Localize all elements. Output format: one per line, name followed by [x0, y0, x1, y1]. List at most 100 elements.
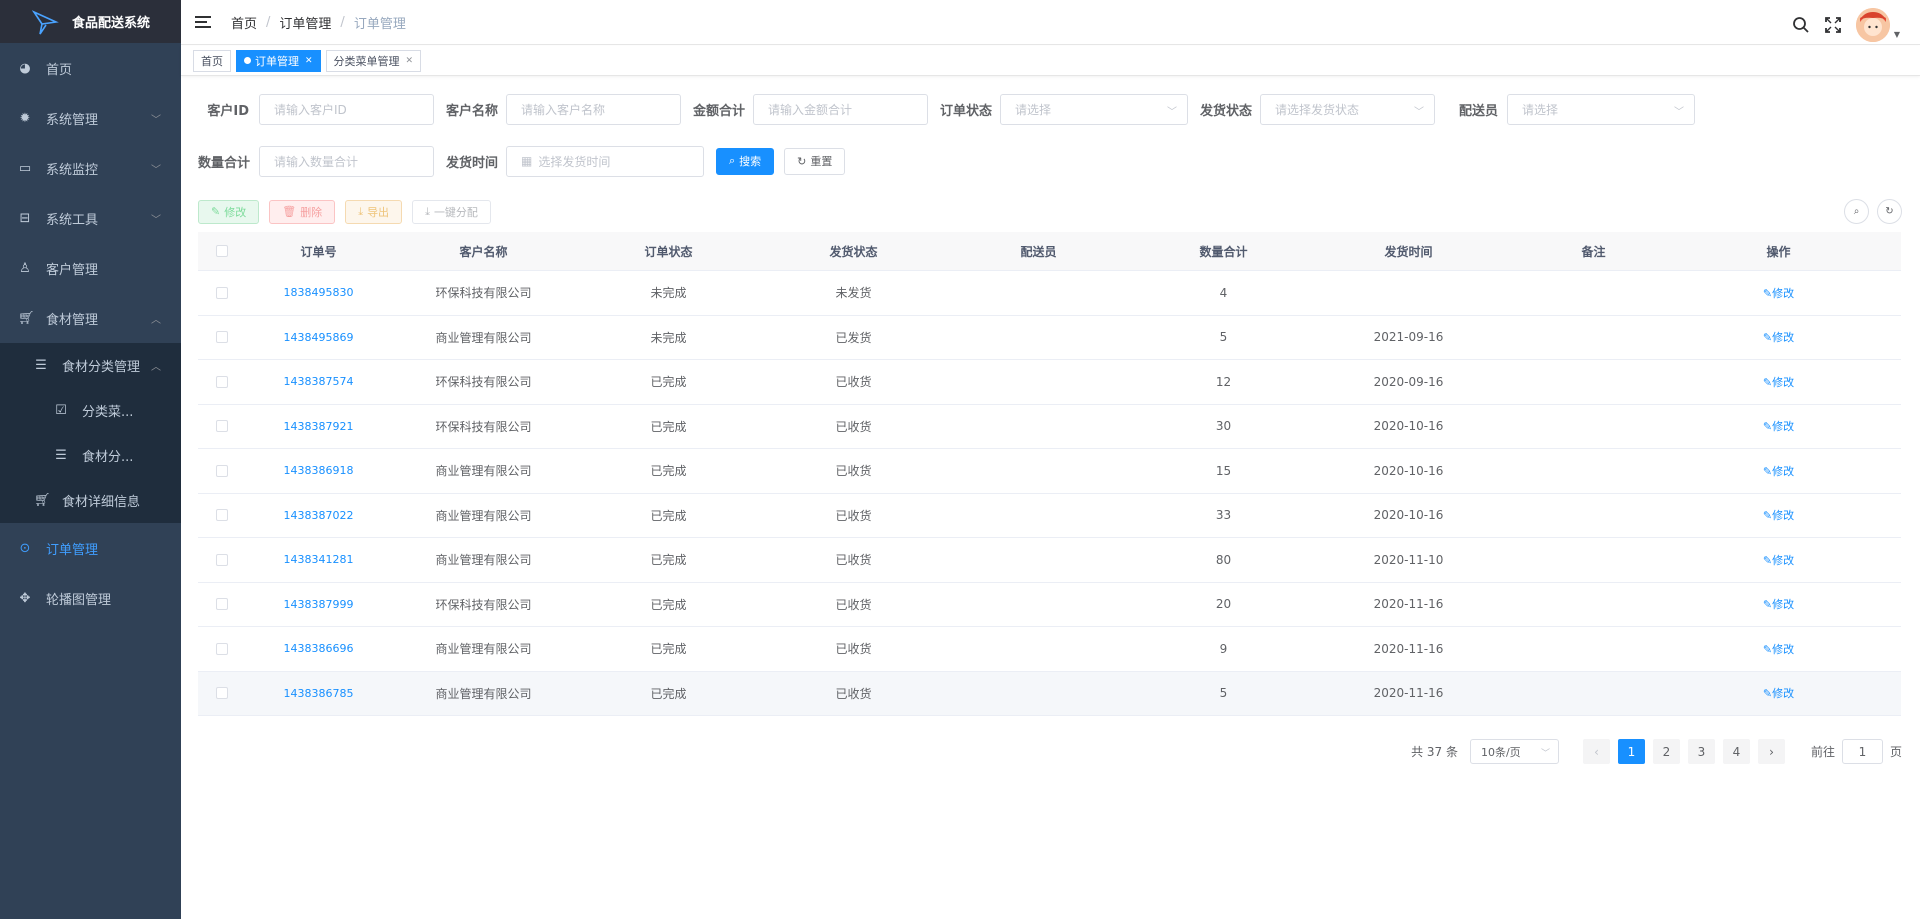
- hamburger-icon[interactable]: [195, 15, 211, 29]
- breadcrumb-orders[interactable]: 订单管理: [279, 13, 331, 32]
- row-edit-link[interactable]: ✎修改: [1686, 641, 1871, 657]
- sidebar-item-orders[interactable]: ⊙ 订单管理: [0, 523, 181, 573]
- row-edit-link[interactable]: ✎修改: [1686, 552, 1871, 568]
- customer-name-input[interactable]: 请输入客户名称: [506, 93, 681, 125]
- row-edit-link[interactable]: ✎修改: [1686, 685, 1871, 701]
- order-number-link[interactable]: 1438387022: [246, 509, 391, 522]
- row-edit-link[interactable]: ✎修改: [1686, 418, 1871, 434]
- sidebar-item-home[interactable]: ◕ 首页: [0, 43, 181, 93]
- fullscreen-icon[interactable]: [1824, 16, 1842, 34]
- courier-select[interactable]: 请选择 ﹀: [1507, 93, 1695, 125]
- toolbox-icon: ⊟: [19, 210, 31, 226]
- sidebar-item-category-menu[interactable]: ☑ 分类菜...: [0, 388, 181, 433]
- sidebar-item-system[interactable]: ✹ 系统管理 ﹀: [0, 93, 181, 143]
- avatar[interactable]: [1855, 8, 1890, 42]
- cell-customer: 商业管理有限公司: [435, 508, 532, 523]
- sidebar-item-tools[interactable]: ⊟ 系统工具 ﹀: [0, 193, 181, 243]
- delete-button[interactable]: 🗑︎ 删除: [269, 199, 336, 224]
- sidebar-item-ingredients[interactable]: 🛒︎ 食材管理 ︿: [0, 293, 181, 343]
- order-number-link[interactable]: 1438341281: [246, 553, 391, 566]
- assign-button[interactable]: ⤓ 一键分配: [412, 199, 491, 224]
- table-row[interactable]: 1438341281 商业管理有限公司 已完成 已收货 80 2020-11-10 ✎修改: [198, 538, 1901, 583]
- next-page-button[interactable]: ›: [1757, 739, 1785, 764]
- page-button[interactable]: 1: [1617, 739, 1645, 764]
- row-checkbox[interactable]: [216, 687, 228, 700]
- user-icon: ♙: [19, 260, 31, 276]
- refresh-button[interactable]: ↻: [1877, 199, 1902, 224]
- order-number-link[interactable]: 1438386918: [246, 464, 391, 477]
- row-checkbox[interactable]: [216, 331, 228, 344]
- order-number-link[interactable]: 1438387921: [246, 420, 391, 433]
- input-placeholder: 请输入数量合计: [274, 154, 359, 169]
- row-edit-link[interactable]: ✎修改: [1686, 374, 1871, 390]
- quantity-input[interactable]: 请输入数量合计: [259, 145, 434, 177]
- page-size-select[interactable]: 10条/页 ﹀: [1469, 739, 1559, 764]
- table-row[interactable]: 1438387999 环保科技有限公司 已完成 已收货 20 2020-11-16 ✎修改: [198, 583, 1901, 627]
- select-all-checkbox[interactable]: [216, 245, 228, 257]
- order-number-link[interactable]: 1438387574: [246, 375, 391, 388]
- column-header: 数量合计: [1199, 244, 1248, 259]
- list-icon: ☰: [35, 358, 47, 373]
- order-number-link[interactable]: 1438387999: [246, 598, 391, 611]
- table-row[interactable]: 1438387574 环保科技有限公司 已完成 已收货 12 2020-09-16 ✎修改: [198, 360, 1901, 405]
- row-edit-link[interactable]: ✎修改: [1686, 507, 1871, 523]
- amount-input[interactable]: 请输入金额合计: [753, 93, 928, 125]
- table-row[interactable]: 1438386785 商业管理有限公司 已完成 已收货 5 2020-11-16 ✎修改: [198, 671, 1901, 716]
- sidebar-item-ingredient-categories[interactable]: ☰ 食材分类管理 ︿: [0, 343, 181, 388]
- table-row[interactable]: 1438386696 商业管理有限公司 已完成 已收货 9 2020-11-16 ✎修改: [198, 627, 1901, 672]
- row-checkbox[interactable]: [216, 464, 228, 477]
- order-number-link[interactable]: 1438386785: [246, 687, 391, 700]
- search-icon[interactable]: [1792, 16, 1810, 34]
- order-number-link[interactable]: 1438495869: [246, 331, 391, 344]
- export-button[interactable]: ⤓ 导出: [345, 199, 403, 224]
- breadcrumb: 首页 / 订单管理 / 订单管理: [231, 13, 406, 32]
- row-checkbox[interactable]: [216, 286, 228, 299]
- logo[interactable]: 食品配送系统: [0, 0, 181, 43]
- sidebar-item-monitor[interactable]: ▭ 系统监控 ﹀: [0, 143, 181, 193]
- close-icon[interactable]: ✕: [305, 56, 313, 66]
- close-icon[interactable]: ✕: [406, 56, 414, 66]
- tag-orders[interactable]: 订单管理 ✕: [236, 49, 321, 72]
- table-row[interactable]: 1438386918 商业管理有限公司 已完成 已收货 15 2020-10-16 ✎修改: [198, 449, 1901, 494]
- row-checkbox[interactable]: [216, 642, 228, 655]
- search-button[interactable]: ⌕ 搜索: [716, 147, 775, 175]
- row-edit-link[interactable]: ✎修改: [1686, 463, 1871, 479]
- edit-button[interactable]: ✎ 修改: [198, 199, 260, 224]
- table-row[interactable]: 1838495830 环保科技有限公司 未完成 未发货 4 ✎修改: [198, 271, 1901, 316]
- tag-category-menu[interactable]: 分类菜单管理 ✕: [325, 49, 422, 72]
- row-edit-link[interactable]: ✎修改: [1686, 285, 1871, 301]
- row-checkbox[interactable]: [216, 375, 228, 388]
- toggle-search-button[interactable]: ⌕: [1844, 199, 1869, 224]
- row-checkbox[interactable]: [216, 509, 228, 522]
- customer-id-input[interactable]: 请输入客户ID: [259, 93, 434, 125]
- order-number-link[interactable]: 1438386696: [246, 642, 391, 655]
- sidebar-item-ingredient-sub[interactable]: ☰ 食材分...: [0, 433, 181, 478]
- breadcrumb-home[interactable]: 首页: [231, 13, 257, 32]
- ship-time-picker[interactable]: ▦ 选择发货时间: [506, 145, 704, 177]
- sidebar-item-customers[interactable]: ♙ 客户管理: [0, 243, 181, 293]
- sidebar-item-ingredient-details[interactable]: 🛒︎ 食材详细信息: [0, 478, 181, 523]
- row-edit-link[interactable]: ✎修改: [1686, 596, 1871, 612]
- prev-page-button[interactable]: ‹: [1582, 739, 1610, 764]
- ship-time-label: 发货时间: [446, 155, 499, 171]
- table-row[interactable]: 1438387022 商业管理有限公司 已完成 已收货 33 2020-10-16 ✎修改: [198, 494, 1901, 538]
- tag-home[interactable]: 首页: [193, 49, 231, 72]
- goto-page-input[interactable]: 1: [1841, 739, 1883, 764]
- ship-status-select[interactable]: 请选择发货状态 ﹀: [1260, 93, 1435, 125]
- row-checkbox[interactable]: [216, 553, 228, 566]
- page-button[interactable]: 2: [1652, 739, 1680, 764]
- page-button[interactable]: 4: [1722, 739, 1750, 764]
- page-button[interactable]: 3: [1687, 739, 1715, 764]
- order-status-select[interactable]: 请选择 ﹀: [1000, 93, 1188, 125]
- table-row[interactable]: 1438495869 商业管理有限公司 未完成 已发货 5 2021-09-16 ✎修改: [198, 316, 1901, 360]
- sidebar-item-carousel[interactable]: ✥ 轮播图管理: [0, 573, 181, 623]
- sidebar-item-label: 轮播图管理: [46, 592, 112, 608]
- right-toolbar: ⌕ ↻: [1836, 199, 1902, 224]
- row-checkbox[interactable]: [216, 598, 228, 611]
- table-row[interactable]: 1438387921 环保科技有限公司 已完成 已收货 30 2020-10-16 ✎修改: [198, 405, 1901, 449]
- reset-button[interactable]: ↻ 重置: [784, 147, 846, 175]
- order-number-link[interactable]: 1838495830: [246, 286, 391, 299]
- row-checkbox[interactable]: [216, 420, 228, 433]
- caret-down-icon[interactable]: ▼: [1894, 30, 1900, 39]
- row-edit-link[interactable]: ✎修改: [1686, 329, 1871, 345]
